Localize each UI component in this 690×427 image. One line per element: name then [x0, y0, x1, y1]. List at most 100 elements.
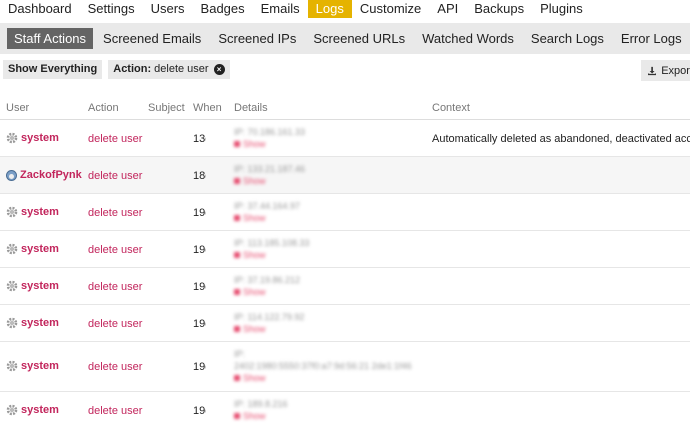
tab-screened-ips[interactable]: Screened IPs [211, 23, 303, 54]
username: system [21, 243, 59, 255]
when-value: 19d [193, 207, 206, 219]
user-link[interactable]: system [6, 132, 59, 144]
action-link[interactable]: delete user [88, 207, 142, 219]
when-value: 13d [193, 133, 206, 145]
action-link[interactable]: delete user [88, 281, 142, 293]
when-value: 18d [193, 170, 206, 182]
table-row: system delete user 19d IP: 37.19.86.212 … [0, 268, 690, 305]
when-value: 19d [193, 281, 206, 293]
ip-address: IP: 37.44.164.97 [234, 201, 301, 211]
user-link[interactable]: ZackofPynk [6, 169, 82, 181]
user-link[interactable]: system [6, 360, 59, 372]
user-link[interactable]: system [6, 317, 59, 329]
show-details-link[interactable]: Show [234, 138, 305, 150]
show-label: Show [243, 373, 266, 383]
nav-customize[interactable]: Customize [352, 0, 429, 18]
table-row: system delete user 19d IP: 2402:1980:555… [0, 342, 690, 392]
username: system [21, 317, 59, 329]
show-label: Show [243, 250, 266, 260]
tab-staff-actions[interactable]: Staff Actions [7, 28, 94, 49]
nav-emails[interactable]: Emails [253, 0, 308, 18]
ip-address-continued: 2402:1980:5550:37f0:a7:9d:56:21 2de1:1f4… [234, 361, 412, 371]
show-details-link[interactable]: Show [234, 249, 309, 261]
when-value: 19d [193, 405, 206, 417]
nav-badges[interactable]: Badges [193, 0, 253, 18]
details: IP: 189.8.216 Show [234, 398, 288, 422]
user-link[interactable]: system [6, 206, 59, 218]
export-button[interactable]: Export [641, 60, 690, 81]
avatar [6, 169, 17, 181]
details: IP: 2402:1980:5550:37f0:a7:9d:56:21 2de1… [234, 348, 412, 384]
close-icon[interactable]: × [213, 64, 225, 75]
when-value: 19d [193, 244, 206, 256]
export-label: Export [661, 64, 690, 77]
show-icon [234, 413, 240, 419]
table-row: ZackofPynk delete user 18d IP: 133.21.18… [0, 157, 690, 194]
action-link[interactable]: delete user [88, 318, 142, 330]
nav-plugins[interactable]: Plugins [532, 0, 591, 18]
details: IP: 114.122.79.92 Show [234, 311, 304, 335]
username: system [21, 280, 59, 292]
column-details: Details [234, 102, 268, 114]
nav-dashboard[interactable]: Dashboard [0, 0, 80, 18]
table-header: User Action Subject When Details Context [0, 100, 690, 120]
nav-api[interactable]: API [429, 0, 466, 18]
show-label: Show [243, 411, 266, 421]
gear-icon [6, 280, 18, 292]
user-link[interactable]: system [6, 243, 59, 255]
show-details-link[interactable]: Show [234, 212, 300, 224]
user-link[interactable]: system [6, 404, 59, 416]
chip-label: Action: [113, 63, 152, 75]
nav-backups[interactable]: Backups [466, 0, 532, 18]
show-details-link[interactable]: Show [234, 175, 305, 187]
tab-search-logs[interactable]: Search Logs [524, 23, 611, 54]
tab-watched-words[interactable]: Watched Words [415, 23, 521, 54]
tab-error-logs[interactable]: Error Logs [614, 23, 689, 54]
details: IP: 37.19.86.212 Show [234, 274, 300, 298]
details: IP: 70.186.161.33 Show [234, 126, 305, 150]
gear-icon [6, 206, 18, 218]
nav-settings[interactable]: Settings [80, 0, 143, 18]
download-icon [648, 66, 657, 75]
show-icon [234, 178, 240, 184]
action-link[interactable]: delete user [88, 170, 142, 182]
show-icon [234, 141, 240, 147]
username: ZackofPynk [20, 169, 82, 181]
show-icon [234, 326, 240, 332]
show-label: Show [243, 139, 266, 149]
admin-top-nav: Dashboard Settings Users Badges Emails L… [0, 0, 690, 18]
column-context: Context [432, 102, 470, 114]
show-icon [234, 375, 240, 381]
tab-screened-urls[interactable]: Screened URLs [306, 23, 412, 54]
column-action: Action [88, 102, 119, 114]
show-details-link[interactable]: Show [234, 410, 288, 422]
user-link[interactable]: system [6, 280, 59, 292]
show-label: Show [243, 287, 266, 297]
column-subject: Subject [148, 102, 185, 114]
gear-icon [6, 243, 18, 255]
ip-address: IP: 37.19.86.212 [234, 275, 301, 285]
column-user: User [6, 102, 30, 114]
show-details-link[interactable]: Show [234, 372, 412, 384]
ip-address: IP: [234, 349, 246, 359]
tab-screened-emails[interactable]: Screened Emails [96, 23, 208, 54]
show-everything-button[interactable]: Show Everything [3, 60, 103, 79]
gear-icon [6, 360, 18, 372]
ip-address: IP: 113.185.108.33 [234, 238, 310, 248]
action-link[interactable]: delete user [88, 244, 142, 256]
details: IP: 37.44.164.97 Show [234, 200, 300, 224]
filter-bar: Show Everything Action: delete user × [3, 60, 236, 80]
nav-users[interactable]: Users [143, 0, 193, 18]
action-filter-chip[interactable]: Action: delete user × [108, 60, 230, 79]
gear-icon [6, 404, 18, 416]
action-link[interactable]: delete user [88, 133, 142, 145]
action-link[interactable]: delete user [88, 361, 142, 373]
ip-address: IP: 133.21.187.46 [234, 164, 306, 174]
ip-address: IP: 70.186.161.33 [234, 127, 306, 137]
action-link[interactable]: delete user [88, 405, 142, 417]
show-label: Show [243, 324, 266, 334]
column-when: When [193, 102, 222, 114]
nav-logs[interactable]: Logs [307, 0, 352, 18]
show-details-link[interactable]: Show [234, 286, 300, 298]
show-details-link[interactable]: Show [234, 323, 304, 335]
